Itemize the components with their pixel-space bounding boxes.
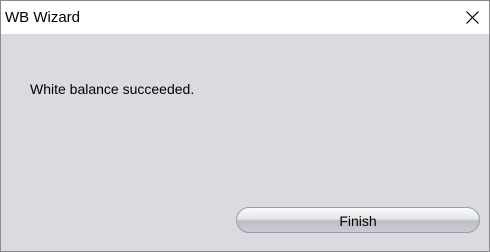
title-bar: WB Wizard <box>1 1 489 34</box>
close-icon <box>466 11 479 24</box>
window-title: WB Wizard <box>5 9 80 26</box>
finish-button-label: Finish <box>339 213 377 229</box>
status-message: White balance succeeded. <box>30 81 195 97</box>
finish-button[interactable]: Finish <box>236 207 480 233</box>
wb-wizard-dialog: WB Wizard White balance succeeded. Finis… <box>0 0 490 252</box>
dialog-content: White balance succeeded. Finish <box>1 34 489 251</box>
close-button[interactable] <box>455 1 489 34</box>
